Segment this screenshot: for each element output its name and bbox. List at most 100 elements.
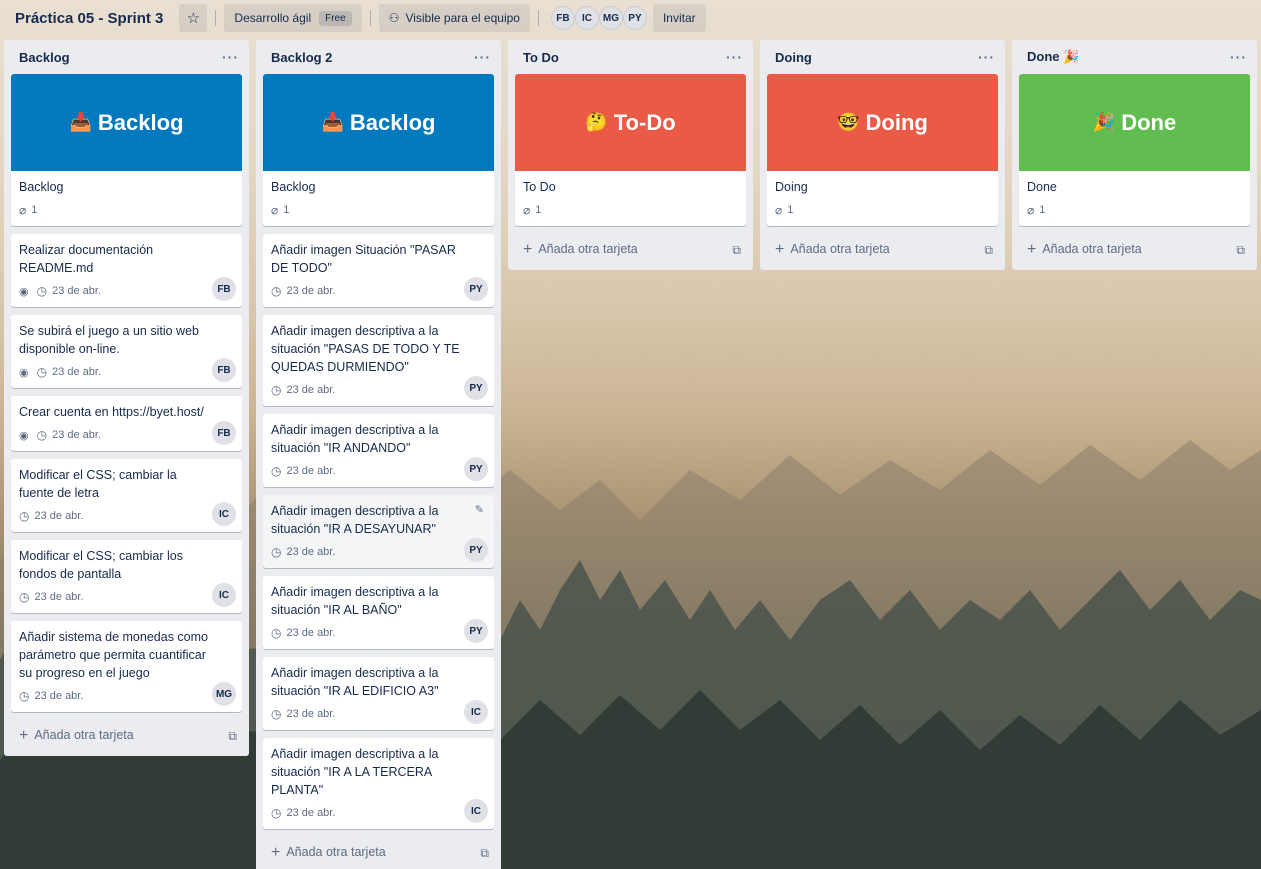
list-header[interactable]: Doing ··· [760,40,1005,74]
due-date-badge[interactable]: ◷ 23 de abr. [271,626,335,640]
card[interactable]: Crear cuenta en https://byet.host/ ◉ ◷ 23 d… [11,396,242,451]
add-card-label: Añada otra tarjeta [790,242,890,256]
list-title[interactable]: To Do [523,50,559,65]
due-date-text: 23 de abr. [52,429,102,441]
card[interactable]: Se subirá el juego a un sitio web dispon… [11,315,242,388]
team-icon: ⚇ [388,11,400,25]
card-member-avatar[interactable]: IC [212,502,236,526]
card-template-icon[interactable]: ⧉ [984,243,993,258]
list-title[interactable]: Done 🎉 [1027,49,1079,65]
card[interactable]: Añadir imagen Situación "PASAR DE TODO" ◷… [263,234,494,307]
plus-icon: + [271,844,281,861]
list-column: To Do ··· 🤔 To-Do To Do ⌀ 1 + Añada otra tarjeta… [508,40,753,270]
card-member-avatar[interactable]: MG [212,682,236,706]
card-member-avatar[interactable]: FB [212,358,236,382]
visibility-button[interactable]: ⚇ Visible para el equipo [378,4,530,32]
list-header[interactable]: Done 🎉 ··· [1012,40,1257,74]
cover-text: Backlog [349,109,436,135]
cover-emoji-icon: 🎉 [1092,112,1116,132]
card[interactable]: 📥 Backlog Backlog ⌀ 1 [11,74,242,226]
add-card-button[interactable]: + Añada otra tarjeta ⧉ [760,234,1005,266]
star-button[interactable]: ☆ [179,4,208,32]
card[interactable]: 📥 Backlog Backlog ⌀ 1 [263,74,494,226]
due-date-badge[interactable]: ◷ 23 de abr. [271,464,335,478]
due-date-badge[interactable]: ◷ 23 de abr. [19,509,83,523]
card-body: To Do ⌀ 1 [515,171,746,226]
card-title: To Do [523,180,556,194]
card-member-avatar[interactable]: PY [464,277,488,301]
due-date-badge[interactable]: ◷ 23 de abr. [19,590,83,604]
member-avatar[interactable]: PY [622,6,647,30]
list-header[interactable]: Backlog ··· [4,40,249,74]
list-menu-icon[interactable]: ··· [222,49,239,65]
card[interactable]: Añadir sistema de monedas como parámetro… [11,621,242,712]
due-date-badge[interactable]: ◷ 23 de abr. [271,806,335,820]
card[interactable]: Añadir imagen descriptiva a la situación… [263,315,494,406]
list-menu-icon[interactable]: ··· [726,49,743,65]
list-title[interactable]: Doing [775,50,812,65]
add-card-button[interactable]: + Añada otra tarjeta ⧉ [256,837,501,869]
list-title[interactable]: Backlog 2 [271,50,332,65]
due-date-text: 23 de abr. [52,366,102,378]
card[interactable]: 🤔 To-Do To Do ⌀ 1 [515,74,746,226]
card-template-icon[interactable]: ⧉ [1236,243,1245,258]
card[interactable]: Añadir imagen descriptiva a la situación… [263,576,494,649]
attachment-count: 1 [535,204,542,216]
card-member-avatar[interactable]: IC [464,799,488,823]
card[interactable]: Realizar documentación README.md ◉ ◷ 23 de … [11,234,242,307]
card[interactable]: Añadir imagen descriptiva a la situación… [263,738,494,829]
card-member-avatar[interactable]: IC [212,583,236,607]
due-date-badge[interactable]: ◷ 23 de abr. [271,284,335,298]
due-date-badge[interactable]: ◷ 23 de abr. [271,707,335,721]
workspace-button[interactable]: Desarrollo ágil Free [224,4,362,32]
list-menu-icon[interactable]: ··· [1230,49,1247,65]
card-badges: ◷ 23 de abr. [19,587,234,607]
card-member-avatar[interactable]: IC [464,700,488,724]
card-title: Doing [775,180,808,194]
invite-button[interactable]: Invitar [652,4,706,32]
card[interactable]: Añadir imagen descriptiva a la situación… [263,414,494,487]
card[interactable]: Modificar el CSS; cambiar los fondos de … [11,540,242,613]
attachment-badge: ⌀ 1 [1027,203,1045,217]
card-member-avatar[interactable]: PY [464,619,488,643]
add-card-button[interactable]: + Añada otra tarjeta ⧉ [1012,234,1257,266]
due-date-badge[interactable]: ◷ 23 de abr. [37,365,101,379]
add-card-label-wrap: + Añada otra tarjeta [523,241,638,259]
list-menu-icon[interactable]: ··· [978,49,995,65]
due-date-badge[interactable]: ◷ 23 de abr. [271,545,335,559]
card-member-avatar[interactable]: FB [212,277,236,301]
card-body: Crear cuenta en https://byet.host/ ◉ ◷ 23 d… [11,396,242,451]
list-header[interactable]: Backlog 2 ··· [256,40,501,74]
card[interactable]: Añadir imagen descriptiva a la situación… [263,495,494,568]
card-template-icon[interactable]: ⧉ [732,243,741,258]
board-title[interactable]: Práctica 05 - Sprint 3 [15,10,163,27]
card-title: Añadir imagen descriptiva a la situación… [271,585,439,617]
card-member-avatar[interactable]: PY [464,376,488,400]
member-avatar[interactable]: FB [550,6,575,30]
card[interactable]: Modificar el CSS; cambiar la fuente de l… [11,459,242,532]
attachment-count: 1 [31,204,38,216]
list-title[interactable]: Backlog [19,50,70,65]
member-avatar[interactable]: MG [598,6,623,30]
card-member-avatar[interactable]: PY [464,538,488,562]
list-menu-icon[interactable]: ··· [474,49,491,65]
card[interactable]: 🤓 Doing Doing ⌀ 1 [767,74,998,226]
card-template-icon[interactable]: ⧉ [480,846,489,861]
add-card-button[interactable]: + Añada otra tarjeta ⧉ [4,720,249,752]
due-date-badge[interactable]: ◷ 23 de abr. [271,383,335,397]
add-card-button[interactable]: + Añada otra tarjeta ⧉ [508,234,753,266]
card-member-avatar[interactable]: FB [212,421,236,445]
pencil-icon[interactable]: ✎ [475,503,484,516]
card[interactable]: 🎉 Done Done ⌀ 1 [1019,74,1250,226]
card-member-avatar[interactable]: PY [464,457,488,481]
member-avatar[interactable]: IC [574,6,599,30]
due-date-badge[interactable]: ◷ 23 de abr. [37,284,101,298]
header-divider [369,10,371,26]
due-date-text: 23 de abr. [34,591,84,603]
due-date-badge[interactable]: ◷ 23 de abr. [19,689,83,703]
card[interactable]: Añadir imagen descriptiva a la situación… [263,657,494,730]
list-header[interactable]: To Do ··· [508,40,753,74]
due-date-badge[interactable]: ◷ 23 de abr. [37,428,101,442]
card-template-icon[interactable]: ⧉ [228,729,237,744]
card-badges: ⌀ 1 [1027,200,1242,220]
